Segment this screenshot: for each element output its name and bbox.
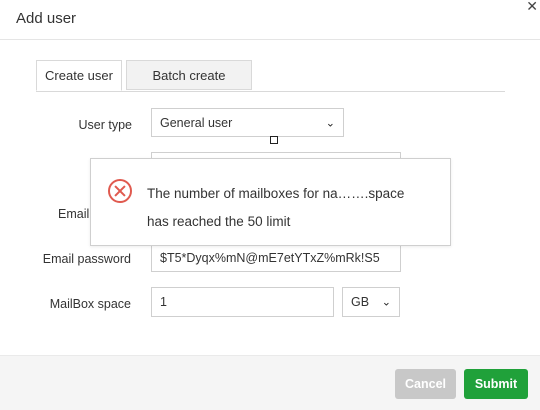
- mailbox-unit-select[interactable]: GB ⌄: [342, 287, 400, 317]
- email-password-field[interactable]: $T5*Dyqx%mN@mE7etYTxZ%mRk!S5: [151, 244, 401, 272]
- add-user-dialog: Add user ✕ Create user Batch create User…: [0, 0, 540, 410]
- error-toast: The number of mailboxes for na…….space h…: [90, 158, 451, 246]
- submit-button[interactable]: Submit: [464, 369, 528, 399]
- dialog-footer: Cancel Submit: [0, 355, 540, 410]
- user-type-select[interactable]: General user ⌄: [151, 108, 344, 137]
- email-password-value: $T5*Dyqx%mN@mE7etYTxZ%mRk!S5: [160, 251, 380, 265]
- mailbox-space-value: 1: [160, 295, 167, 309]
- cancel-button[interactable]: Cancel: [395, 369, 456, 399]
- dialog-title: Add user: [16, 10, 77, 27]
- tab-bar: Create user Batch create: [36, 60, 505, 92]
- email-password-label: Email password: [42, 252, 131, 266]
- tab-batch-create[interactable]: Batch create: [126, 60, 252, 90]
- chevron-down-icon: ⌄: [325, 117, 335, 129]
- user-type-label: User type: [78, 118, 133, 132]
- user-type-value: General user: [160, 115, 233, 130]
- tab-create-user[interactable]: Create user: [36, 60, 122, 91]
- close-icon[interactable]: ✕: [526, 0, 538, 15]
- error-message-line2: has reached the 50 limit: [147, 214, 291, 229]
- error-message-line1: The number of mailboxes for na…….space: [147, 186, 405, 201]
- error-message: The number of mailboxes for na…….space h…: [147, 180, 437, 236]
- mailbox-space-input[interactable]: 1: [151, 287, 334, 317]
- error-circle-icon: [108, 179, 132, 203]
- mailbox-unit-value: GB: [351, 295, 370, 309]
- mailbox-space-label: MailBox space: [49, 297, 131, 311]
- resize-handle[interactable]: [270, 136, 278, 144]
- chevron-down-icon: ⌄: [381, 296, 391, 309]
- dialog-header: Add user ✕: [0, 0, 540, 40]
